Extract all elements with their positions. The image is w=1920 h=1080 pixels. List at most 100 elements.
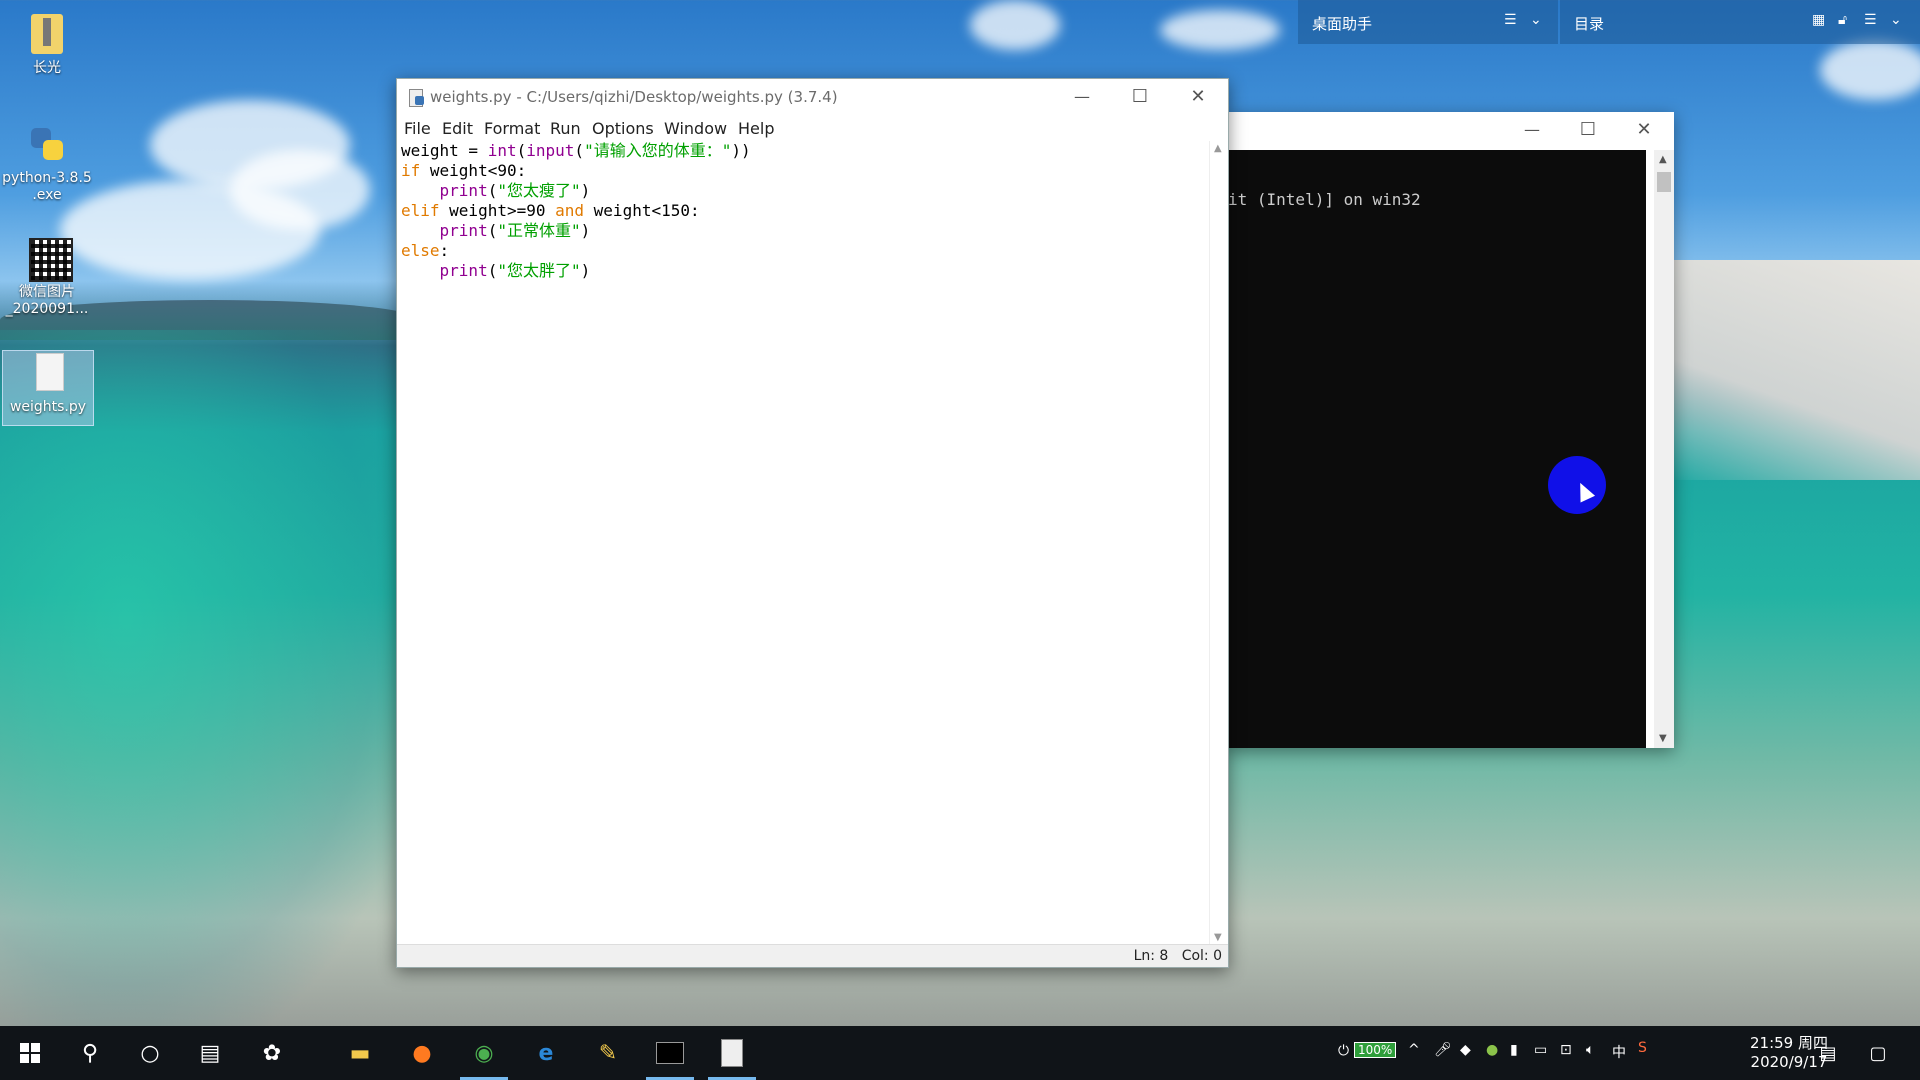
code-token: (	[487, 221, 498, 240]
console-scrollbar[interactable]: ▲ ▼	[1654, 150, 1674, 748]
menu-run[interactable]: Run	[550, 119, 581, 138]
close-button[interactable]: ✕	[1170, 79, 1226, 115]
desktop-icon-label: 微信图片 _2020091...	[5, 284, 89, 317]
code-token: print	[439, 221, 488, 240]
code-token: elif	[401, 201, 440, 220]
terminal-icon[interactable]	[652, 1035, 688, 1071]
code-token: weight>=90	[439, 201, 556, 220]
desktop-icon-label: python-3.8.5 .exe	[2, 170, 92, 203]
desktop-icon-wechat-image[interactable]: 微信图片 _2020091...	[2, 236, 92, 318]
code-line: print("正常体重")	[401, 221, 1208, 241]
console-window[interactable]: — ☐ ✕ it (Intel)] on win32 ▲ ▼	[1226, 112, 1674, 748]
code-token: "正常体重"	[497, 221, 581, 240]
battery-icon[interactable]: 100%	[1354, 1042, 1397, 1058]
taskbar: ⚲ ○ ▤ ✿ ▬ ● ◉ e ✎ ⏻ 100% ^ 🎤︎ ◆ ● ▮ ▭ ⊡ …	[0, 1026, 1920, 1080]
lock-icon[interactable]: 🔓︎	[1838, 12, 1847, 28]
grid-icon[interactable]: ▦	[1812, 12, 1825, 28]
task-view-icon[interactable]: ▤	[192, 1035, 228, 1071]
windows-start-icon[interactable]	[12, 1035, 48, 1071]
code-editor[interactable]: weight = int(input("请输入您的体重：")) if weight…	[401, 141, 1208, 945]
menu-options[interactable]: Options	[592, 119, 654, 138]
menu-icon[interactable]: ☰	[1504, 12, 1517, 28]
maximize-button[interactable]: ☐	[1560, 112, 1616, 148]
microphone-icon[interactable]: 🎤︎	[1434, 1042, 1452, 1058]
sogou-ime-icon[interactable]: S	[1638, 1040, 1647, 1056]
editor-scrollbar[interactable]: ▲ ▼	[1209, 141, 1228, 945]
console-output[interactable]	[1226, 150, 1646, 748]
code-token: if	[401, 161, 421, 180]
volume-icon[interactable]: 🔈︎	[1586, 1042, 1594, 1058]
status-bar: Ln: 8 Col: 0	[397, 944, 1228, 967]
minimize-button[interactable]: —	[1054, 79, 1110, 115]
code-line: if weight<90:	[401, 161, 1208, 181]
code-token: and	[555, 201, 585, 220]
idle-app-icon	[407, 88, 425, 107]
close-button[interactable]: ✕	[1616, 112, 1672, 148]
code-token: weight<90:	[420, 161, 527, 180]
menu-icon[interactable]: ☰	[1864, 12, 1877, 28]
code-token: input	[526, 141, 575, 160]
desktop-icon-label: weights.py	[9, 399, 87, 415]
desktop-icon-weights-py[interactable]: weights.py	[2, 350, 94, 426]
menu-file[interactable]: File	[404, 119, 431, 138]
code-line: weight = int(input("请输入您的体重："))	[401, 141, 1208, 161]
title-bar[interactable]: weights.py - C:/Users/qizhi/Desktop/weig…	[397, 79, 1228, 115]
menu-help[interactable]: Help	[738, 119, 774, 138]
menu-bar: File Edit Format Run Options Window Help	[397, 115, 1228, 141]
minimize-button[interactable]: —	[1504, 112, 1560, 148]
network-icon[interactable]: ⊡	[1560, 1042, 1572, 1058]
notes-icon[interactable]: ▤	[1810, 1035, 1846, 1071]
code-token: (	[487, 181, 498, 200]
idle-icon[interactable]	[714, 1035, 750, 1071]
idle-editor-window[interactable]: weights.py - C:/Users/qizhi/Desktop/weig…	[396, 78, 1229, 968]
code-token: weight =	[401, 141, 488, 160]
code-token: "请输入您的体重："	[584, 141, 732, 160]
menu-window[interactable]: Window	[664, 119, 727, 138]
scroll-down-icon[interactable]: ▼	[1659, 733, 1667, 744]
action-center-icon[interactable]: ▢	[1860, 1035, 1896, 1071]
chrome-icon[interactable]: ◉	[466, 1035, 502, 1071]
window-title: weights.py - C:/Users/qizhi/Desktop/weig…	[430, 88, 838, 106]
code-token: else	[401, 241, 440, 260]
desktop-icon-python-installer[interactable]: python-3.8.5 .exe	[2, 122, 92, 204]
battery-status-icon[interactable]: ▭	[1534, 1042, 1547, 1058]
desktop-icon-label: 长光	[33, 60, 61, 76]
app-icon[interactable]: ✿	[254, 1035, 290, 1071]
chevron-up-icon[interactable]: ^	[1408, 1042, 1420, 1058]
chevron-down-icon[interactable]: ⌄	[1530, 12, 1542, 28]
code-line: print("您太瘦了")	[401, 181, 1208, 201]
desktop-icon-changguang[interactable]: 长光	[2, 12, 92, 77]
code-line: print("您太胖了")	[401, 261, 1208, 281]
menu-edit[interactable]: Edit	[442, 119, 473, 138]
menu-format[interactable]: Format	[484, 119, 540, 138]
firefox-icon[interactable]: ●	[404, 1035, 440, 1071]
maximize-button[interactable]: ☐	[1112, 79, 1168, 115]
code-token: print	[439, 181, 488, 200]
app-tray-icon[interactable]: ●	[1486, 1042, 1498, 1058]
code-token: )	[580, 221, 591, 240]
qr-code-image-icon	[25, 236, 73, 282]
code-token: )	[580, 181, 591, 200]
pen-tool-icon[interactable]: ✎	[590, 1035, 626, 1071]
edge-icon[interactable]: e	[528, 1035, 564, 1071]
scroll-thumb[interactable]	[1657, 172, 1671, 192]
directory-helper-bar: 目录 ▦ 🔓︎ ☰ ⌄	[1560, 0, 1920, 44]
cortana-icon[interactable]: ○	[132, 1035, 168, 1071]
file-explorer-icon[interactable]: ▬	[342, 1035, 378, 1071]
directory-title: 目录	[1574, 15, 1605, 33]
desktop-helper-bar: 桌面助手 ☰ ⌄	[1298, 0, 1558, 44]
code-token: (	[516, 141, 527, 160]
ime-indicator[interactable]: 中	[1612, 1042, 1626, 1062]
qq-icon[interactable]: ◆	[1460, 1042, 1471, 1058]
chevron-down-icon[interactable]: ⌄	[1890, 12, 1902, 28]
scroll-up-icon[interactable]: ▲	[1659, 154, 1667, 165]
usb-icon[interactable]: ▮	[1510, 1042, 1518, 1058]
code-token: "您太胖了"	[497, 261, 581, 280]
scroll-up-icon[interactable]: ▲	[1214, 143, 1222, 154]
search-icon[interactable]: ⚲	[72, 1035, 108, 1071]
code-token: "您太瘦了"	[497, 181, 581, 200]
scroll-down-icon[interactable]: ▼	[1214, 932, 1222, 943]
